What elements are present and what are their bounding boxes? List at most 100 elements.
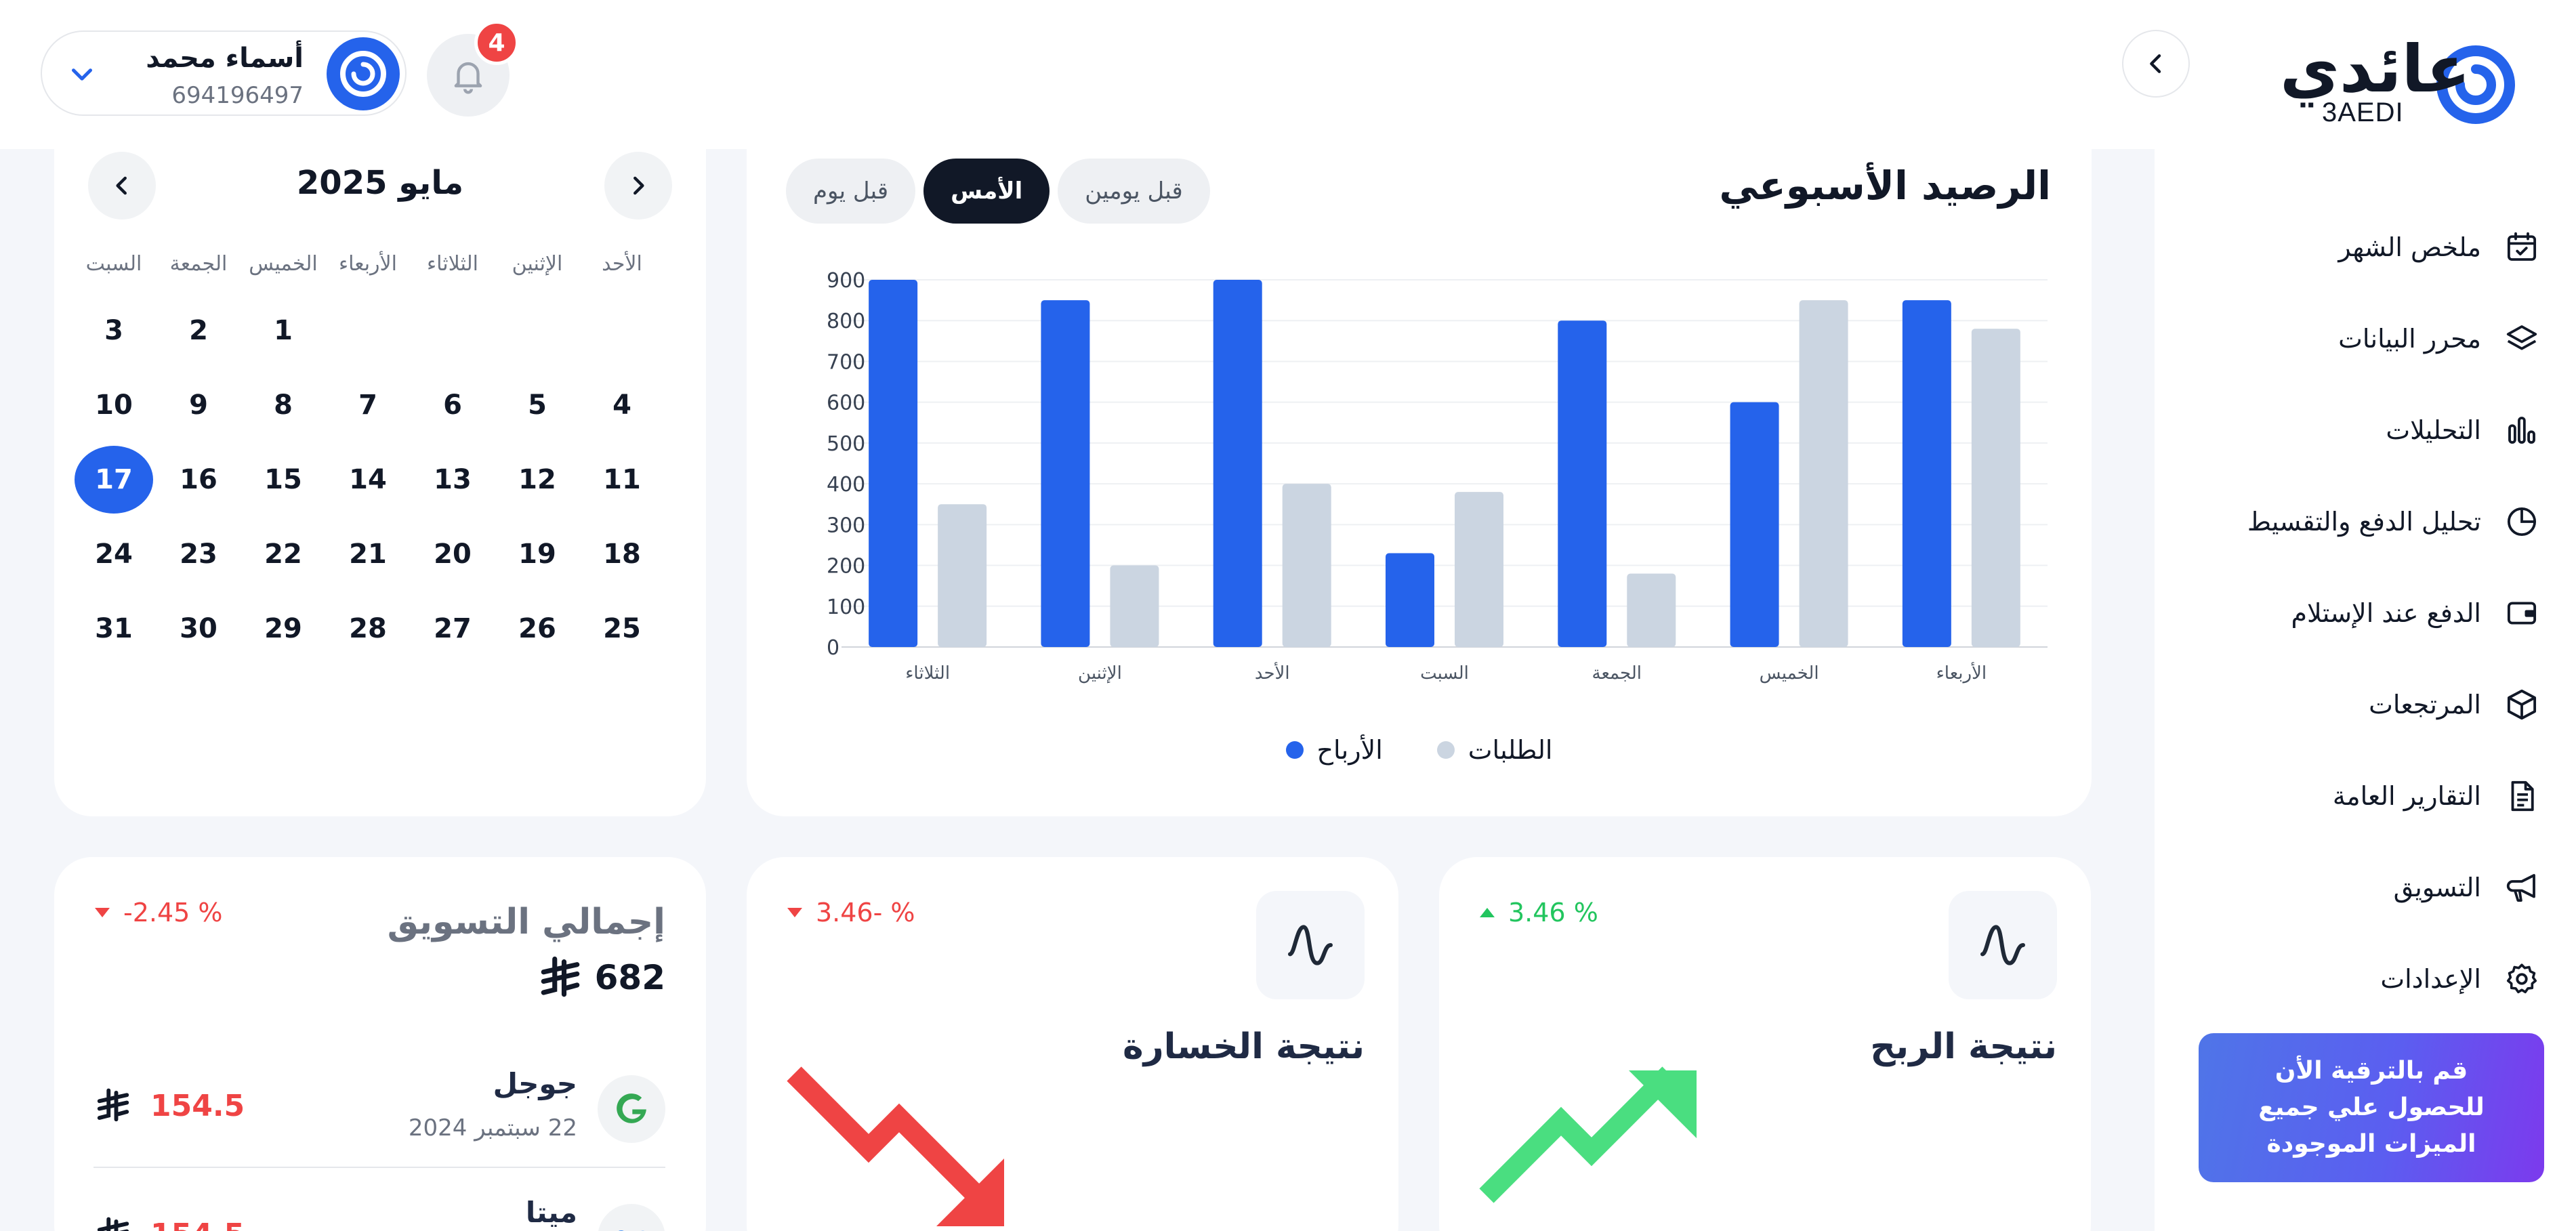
- sidebar-item-month-summary[interactable]: ملخص الشهر: [2338, 220, 2542, 274]
- loss-result-card: نتيجة الخسارة 3.46- %: [747, 857, 1398, 1231]
- list-item[interactable]: جوجل 22 سبتمبر 2024 154.5: [94, 1060, 665, 1155]
- calendar-day[interactable]: 29: [244, 595, 323, 663]
- calendar-day[interactable]: 20: [413, 520, 492, 588]
- sidebar-item-marketing[interactable]: التسويق: [2394, 860, 2542, 915]
- profit-change: 3.46 %: [1478, 898, 1598, 927]
- sidebar-item-analytics[interactable]: التحليلات: [2386, 403, 2542, 457]
- x-tick-label: الإثنين: [1078, 663, 1122, 684]
- channel-amount-value: 154.5: [150, 1088, 245, 1123]
- calendar-day[interactable]: 13: [413, 446, 492, 514]
- loss-change: 3.46- %: [786, 898, 915, 927]
- google-icon: [598, 1075, 665, 1143]
- user-phone: 694196497: [171, 82, 304, 109]
- calendar-day[interactable]: 31: [75, 595, 153, 663]
- calendar-day[interactable]: 18: [583, 520, 661, 588]
- bar-profits: [1558, 320, 1607, 647]
- sidebar-item-settings[interactable]: الإعدادات: [2380, 952, 2542, 1006]
- calendar-day[interactable]: 2: [159, 297, 238, 364]
- marketing-change-value: -2.45 %: [123, 898, 223, 927]
- calendar-day[interactable]: 23: [159, 520, 238, 588]
- calendar-day[interactable]: 11: [583, 446, 661, 514]
- calendar-day[interactable]: 1: [244, 297, 323, 364]
- gear-icon: [2501, 959, 2542, 999]
- calendar-day-selected[interactable]: 17: [75, 446, 153, 514]
- calendar-day[interactable]: 25: [583, 595, 661, 663]
- channel-amount-value: 154.5: [150, 1217, 245, 1231]
- weekday-label: الأحد: [602, 252, 642, 276]
- calendar-day[interactable]: 3: [75, 297, 153, 364]
- saudi-riyal-icon: [97, 1088, 129, 1122]
- bar-orders: [1282, 484, 1331, 647]
- bar-orders: [1627, 573, 1676, 647]
- channel-date: 22 سبتمبر 2024: [408, 1114, 577, 1142]
- calendar-day[interactable]: 12: [498, 446, 577, 514]
- user-menu[interactable]: أسماء محمد 694196497: [41, 30, 407, 116]
- bar-profits: [1213, 280, 1262, 647]
- triangle-down-icon: [95, 908, 110, 917]
- calendar-day[interactable]: 27: [413, 595, 492, 663]
- calendar-day[interactable]: 26: [498, 595, 577, 663]
- calendar-day[interactable]: 5: [498, 371, 577, 439]
- x-tick-label: الخميس: [1760, 663, 1819, 684]
- bell-icon: [454, 62, 482, 94]
- calendar-day[interactable]: 24: [75, 520, 153, 588]
- sidebar-collapse-button[interactable]: [2122, 30, 2190, 98]
- box-icon: [2501, 684, 2542, 725]
- chevron-left-icon: [2150, 54, 2161, 73]
- weekday-label: السبت: [85, 252, 142, 276]
- y-tick-label: 0: [827, 636, 839, 660]
- calendar-day[interactable]: 8: [244, 371, 323, 439]
- calendar-day[interactable]: 30: [159, 595, 238, 663]
- calendar-day[interactable]: 9: [159, 371, 238, 439]
- calendar-day[interactable]: 15: [244, 446, 323, 514]
- bar-orders: [1971, 329, 2020, 647]
- megaphone-icon: [2501, 867, 2542, 908]
- row-divider: [94, 1167, 665, 1168]
- calendar-day[interactable]: 7: [329, 371, 407, 439]
- sidebar-item-label: الدفع عند الإستلام: [2291, 598, 2481, 628]
- upgrade-button[interactable]: قم بالترقية الأن للحصول علي جميع الميزات…: [2199, 1033, 2544, 1182]
- bar-orders: [938, 504, 987, 647]
- y-tick-label: 500: [827, 432, 865, 456]
- brand-logo[interactable]: عائدي 3AEDI: [2280, 37, 2527, 129]
- calendar-day[interactable]: 21: [329, 520, 407, 588]
- sidebar-item-cash-on-delivery[interactable]: الدفع عند الإستلام: [2291, 586, 2542, 640]
- channel-name: جوجل: [493, 1067, 577, 1100]
- calendar-day[interactable]: 28: [329, 595, 407, 663]
- calendar-day[interactable]: 22: [244, 520, 323, 588]
- sidebar-item-payment-installment[interactable]: تحليل الدفع والتقسيط: [2247, 495, 2542, 549]
- sidebar-item-returns[interactable]: المرتجعات: [2369, 677, 2542, 732]
- profit-change-value: 3.46 %: [1508, 898, 1598, 927]
- user-name: أسماء محمد: [146, 43, 304, 74]
- calendar-day[interactable]: 19: [498, 520, 577, 588]
- bar-chart-icon: [2501, 410, 2542, 451]
- calendar-day[interactable]: 16: [159, 446, 238, 514]
- chart-legend: الطلبات الأرباح: [747, 735, 2092, 765]
- weekday-label: الخميس: [249, 252, 318, 276]
- calendar-day[interactable]: 4: [583, 371, 661, 439]
- weekday-label: الإثنين: [512, 252, 563, 276]
- sidebar-item-general-reports[interactable]: التقارير العامة: [2333, 769, 2542, 823]
- sidebar-item-label: التقارير العامة: [2332, 781, 2481, 811]
- calendar-day[interactable]: 10: [75, 371, 153, 439]
- bar-profits: [869, 280, 918, 647]
- sidebar-item-label: المرتجعات: [2369, 690, 2481, 719]
- calendar-day[interactable]: 6: [413, 371, 492, 439]
- legend-dot-orders: [1436, 741, 1455, 759]
- list-item[interactable]: ميتا 154.5: [94, 1189, 665, 1231]
- marketing-total-card: إجمالي التسويق 682 -2.45 % جوجل 22 سبتمب…: [54, 857, 706, 1231]
- sidebar-item-label: ملخص الشهر: [2338, 232, 2481, 262]
- calendar-prev-month-button[interactable]: [88, 152, 156, 220]
- triangle-down-icon: [787, 908, 802, 917]
- saudi-riyal-icon: [97, 1217, 129, 1231]
- pie-chart-icon: [2501, 501, 2542, 542]
- calendar-day[interactable]: 14: [329, 446, 407, 514]
- legend-item-profits: الأرباح: [1285, 735, 1383, 765]
- sidebar-item-data-editor[interactable]: محرر البيانات: [2338, 312, 2542, 366]
- wallet-icon: [2501, 593, 2542, 633]
- file-text-icon: [2501, 776, 2542, 816]
- calendar-next-month-button[interactable]: [604, 152, 672, 220]
- trend-down-arrow-icon: [787, 1066, 1004, 1226]
- logo-word-ar: عائدي: [2280, 31, 2471, 107]
- y-tick-label: 600: [827, 392, 865, 415]
